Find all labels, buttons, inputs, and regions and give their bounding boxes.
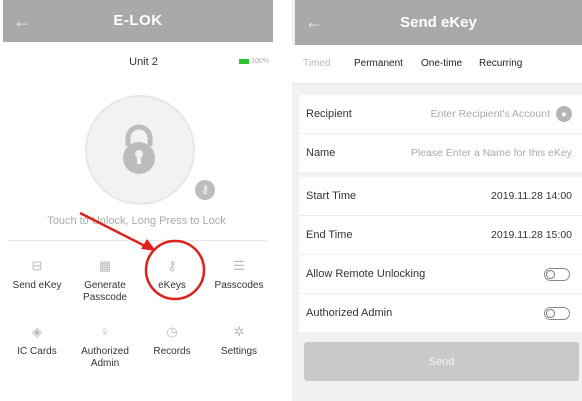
name-label: Name bbox=[306, 147, 336, 159]
tab-one-time[interactable]: One-time bbox=[421, 58, 462, 69]
menu-send-ekey[interactable]: ⊟ Send eKey bbox=[2, 258, 72, 292]
padlock-icon bbox=[123, 124, 155, 174]
divider bbox=[8, 240, 267, 241]
menu-label: Passcodes bbox=[214, 280, 264, 291]
menu-ic-cards[interactable]: ◈ IC Cards bbox=[2, 324, 72, 358]
menu-label: Generate Passcode bbox=[83, 280, 127, 303]
tab-permanent[interactable]: Permanent bbox=[354, 58, 403, 69]
lock-screen: ← E-LOK Unit 2 100% ⚷ Touch to Unlock, L… bbox=[0, 0, 287, 401]
ekeys-icon: ⚷ bbox=[167, 258, 177, 273]
page-title: Send eKey bbox=[400, 14, 477, 31]
send-ekey-icon: ⊟ bbox=[31, 258, 43, 273]
tab-timed[interactable]: Timed bbox=[303, 58, 330, 69]
menu-label: IC Cards bbox=[17, 346, 57, 357]
back-arrow-icon[interactable]: ← bbox=[13, 0, 32, 42]
end-time-value[interactable]: 2019.11.28 15:00 bbox=[491, 216, 572, 254]
remote-unlock-toggle[interactable] bbox=[544, 268, 570, 281]
tab-recurring[interactable]: Recurring bbox=[479, 58, 522, 69]
recipient-section: Recipient Enter Recipient's Account ● Nam… bbox=[299, 95, 582, 172]
title-bar: ← E-LOK bbox=[3, 0, 273, 42]
menu-label: Settings bbox=[220, 346, 258, 357]
start-time-row[interactable]: Start Time 2019.11.28 14:00 bbox=[299, 177, 582, 216]
recipient-placeholder: Enter Recipient's Account bbox=[430, 108, 550, 120]
time-section: Start Time 2019.11.28 14:00 End Time 201… bbox=[299, 177, 582, 254]
battery-icon bbox=[239, 58, 250, 64]
recipient-label: Recipient bbox=[306, 108, 352, 120]
battery-indicator: 100% bbox=[239, 58, 269, 65]
menu-settings[interactable]: ✲ Settings bbox=[204, 324, 274, 358]
remote-unlock-row: Allow Remote Unlocking bbox=[299, 255, 582, 294]
start-time-value[interactable]: 2019.11.28 14:00 bbox=[491, 177, 572, 215]
authorized-admin-toggle[interactable] bbox=[544, 307, 570, 320]
send-ekey-screen: ← Send eKey Timed Permanent One-time Rec… bbox=[292, 0, 582, 401]
ic-card-icon: ◈ bbox=[32, 324, 42, 339]
ekey-type-tabs: Timed Permanent One-time Recurring bbox=[292, 45, 582, 84]
start-time-label: Start Time bbox=[306, 190, 357, 202]
authorized-admin-row: Authorized Admin bbox=[299, 294, 582, 332]
toggle-knob bbox=[546, 309, 555, 318]
menu-authorized-admin[interactable]: ♀ Authorized Admin bbox=[70, 324, 140, 370]
toggle-knob bbox=[546, 270, 555, 279]
send-button[interactable]: Send bbox=[304, 342, 579, 381]
menu-label: Authorized Admin bbox=[81, 346, 129, 369]
menu-label: eKeys bbox=[158, 280, 186, 291]
authorized-admin-label: Authorized Admin bbox=[306, 307, 393, 319]
battery-level: 100% bbox=[251, 58, 269, 65]
name-input[interactable]: Please Enter a Name for this eKey bbox=[411, 134, 572, 172]
name-row[interactable]: Name Please Enter a Name for this eKey bbox=[299, 134, 582, 172]
options-section: Allow Remote Unlocking Authorized Admin bbox=[299, 255, 582, 332]
settings-icon: ✲ bbox=[233, 324, 245, 339]
key-icon[interactable]: ⚷ bbox=[195, 180, 215, 200]
page-title: E-LOK bbox=[113, 12, 163, 29]
menu-records[interactable]: ◷ Records bbox=[137, 324, 207, 358]
menu-label: Records bbox=[153, 346, 191, 357]
records-icon: ◷ bbox=[166, 324, 178, 339]
menu-label: Send eKey bbox=[12, 280, 62, 291]
menu-passcodes[interactable]: ☰ Passcodes bbox=[204, 258, 274, 292]
admin-icon: ♀ bbox=[100, 324, 110, 339]
passcodes-icon: ☰ bbox=[233, 258, 245, 273]
recipient-row[interactable]: Recipient Enter Recipient's Account ● bbox=[299, 95, 582, 134]
lock-hint: Touch to Unlock, Long Press to Lock bbox=[47, 215, 226, 227]
end-time-row[interactable]: End Time 2019.11.28 15:00 bbox=[299, 216, 582, 254]
calculator-icon: ▦ bbox=[98, 258, 112, 273]
recipient-input[interactable]: Enter Recipient's Account ● bbox=[431, 95, 572, 133]
contact-icon[interactable]: ● bbox=[556, 106, 572, 123]
back-arrow-icon[interactable]: ← bbox=[305, 0, 323, 45]
title-bar: ← Send eKey bbox=[295, 0, 582, 45]
end-time-label: End Time bbox=[306, 229, 353, 241]
remote-unlock-label: Allow Remote Unlocking bbox=[306, 268, 426, 280]
menu-ekeys[interactable]: ⚷ eKeys bbox=[137, 258, 207, 292]
menu-generate-passcode[interactable]: ▦ Generate Passcode bbox=[70, 258, 140, 304]
